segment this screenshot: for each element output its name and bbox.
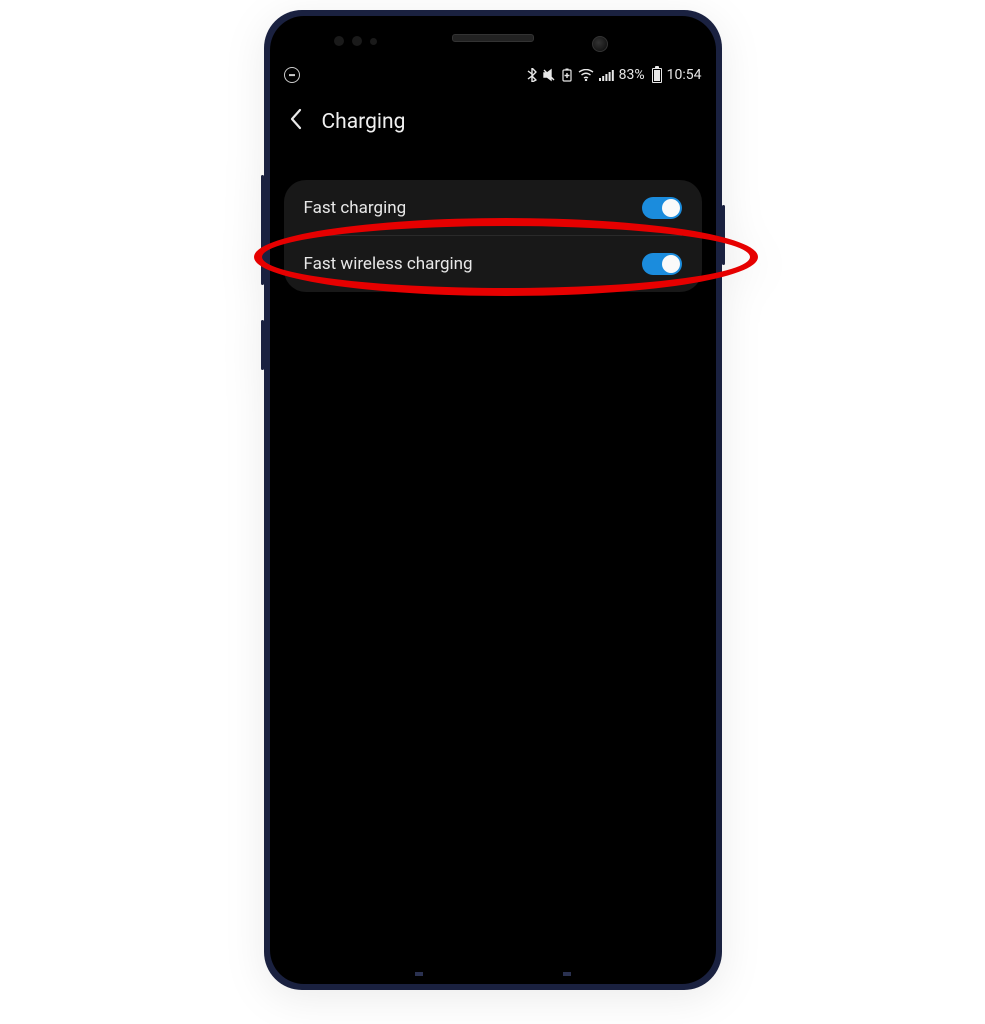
setting-fast-wireless-charging[interactable]: Fast wireless charging	[284, 236, 702, 292]
speaker-grille	[452, 34, 534, 42]
wifi-icon	[578, 69, 594, 81]
status-right: 83% 10:54	[527, 67, 702, 83]
sensor-cluster-left	[334, 36, 377, 46]
phone-mockup: 83% 10:54 Charging Fast	[264, 10, 722, 990]
front-camera-icon	[592, 36, 608, 52]
phone-frame-inner: 83% 10:54 Charging Fast	[270, 16, 716, 984]
setting-label: Fast charging	[304, 198, 407, 218]
setting-fast-charging[interactable]: Fast charging	[284, 180, 702, 236]
setting-label: Fast wireless charging	[304, 254, 473, 274]
speaker-icon	[452, 34, 534, 42]
mute-icon	[542, 68, 556, 82]
toggle-fast-charging[interactable]	[642, 197, 682, 219]
page-title: Charging	[322, 110, 406, 134]
battery-icon	[652, 68, 662, 83]
clock: 10:54	[667, 67, 702, 83]
phone-frame: 83% 10:54 Charging Fast	[264, 10, 722, 990]
do-not-disturb-icon	[284, 67, 300, 83]
chevron-left-icon	[289, 108, 303, 130]
settings-card: Fast charging Fast wireless charging	[284, 180, 702, 292]
status-left	[284, 67, 300, 83]
screen: 83% 10:54 Charging Fast	[270, 60, 716, 940]
sensor-dot-icon	[370, 38, 377, 45]
volume-button	[261, 175, 264, 285]
bluetooth-icon	[527, 68, 537, 82]
bottom-mark-icon	[563, 972, 571, 976]
bixby-button	[261, 320, 264, 370]
signal-icon	[599, 69, 614, 81]
back-button[interactable]	[284, 108, 308, 136]
battery-percent: 83%	[619, 67, 645, 83]
sensor-cluster-right	[592, 36, 608, 52]
status-bar: 83% 10:54	[270, 60, 716, 90]
header: Charging	[270, 90, 716, 154]
sensor-dot-icon	[334, 36, 344, 46]
sensor-dot-icon	[352, 36, 362, 46]
bottom-mark-icon	[415, 972, 423, 976]
battery-saver-icon	[561, 68, 573, 82]
power-button	[722, 205, 725, 265]
toggle-fast-wireless-charging[interactable]	[642, 253, 682, 275]
bottom-marks	[415, 972, 571, 976]
